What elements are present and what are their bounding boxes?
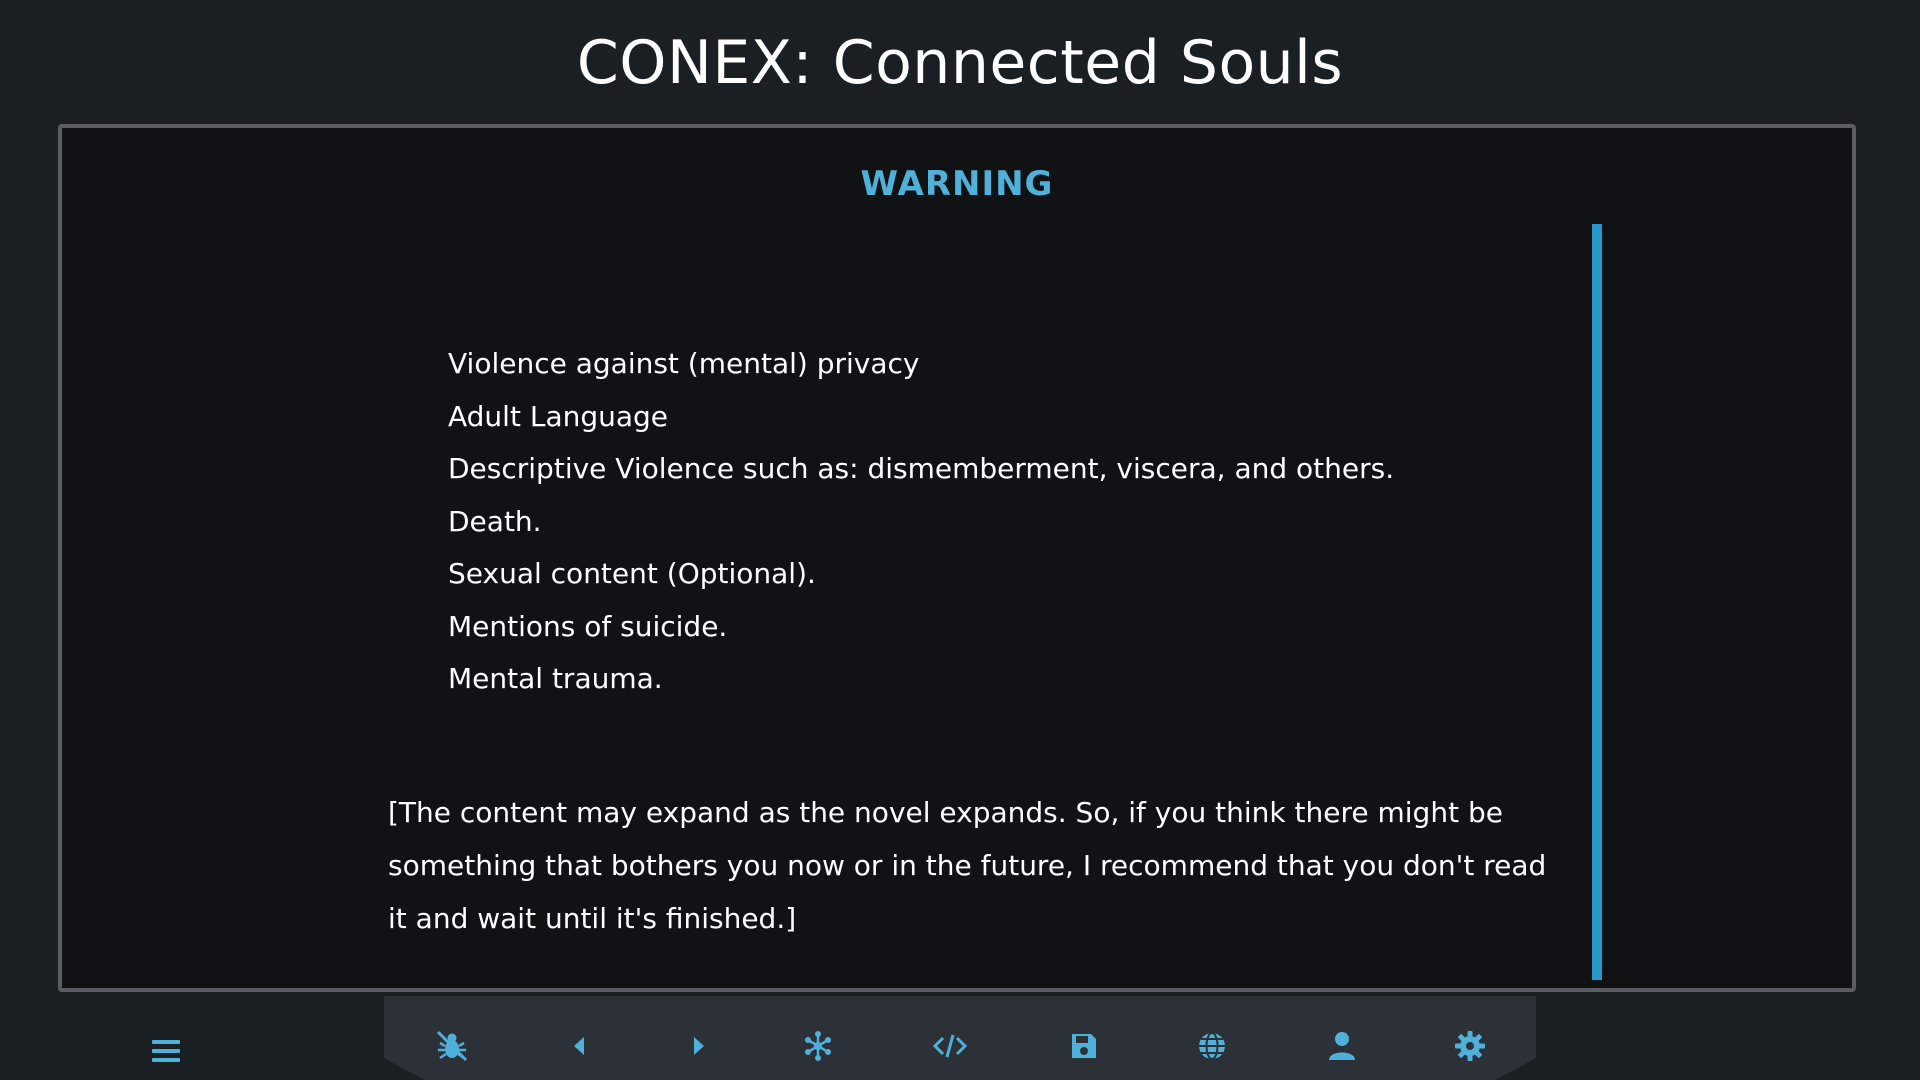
caret-left-icon <box>574 1037 584 1055</box>
warning-item: Violence against (mental) privacy <box>448 347 920 380</box>
back-button[interactable] <box>558 1024 602 1068</box>
warning-note: [The content may expand as the novel exp… <box>388 795 1547 935</box>
code-button[interactable] <box>928 1024 972 1068</box>
warning-content: Violence against (mental) privacy Adult … <box>388 338 1588 945</box>
warning-heading: WARNING <box>860 164 1054 204</box>
save-icon <box>1072 1034 1096 1058</box>
caret-right-icon <box>694 1037 704 1055</box>
bug-icon <box>436 1030 468 1062</box>
user-icon <box>1329 1032 1355 1060</box>
warning-item: Mentions of suicide. <box>448 609 728 643</box>
warning-item: Descriptive Violence such as: dismemberm… <box>448 452 1395 485</box>
profile-button[interactable] <box>1320 1024 1364 1068</box>
app-title: CONEX: Connected Souls <box>576 28 1344 98</box>
save-button[interactable] <box>1062 1024 1106 1068</box>
scrollbar[interactable] <box>1592 224 1604 980</box>
warning-item: Sexual content (Optional). <box>448 557 816 590</box>
network-button[interactable] <box>796 1024 840 1068</box>
quick-menu-toolbar <box>384 996 1536 1080</box>
scrollbar-thumb[interactable] <box>1592 224 1602 980</box>
menu-icon <box>152 1040 180 1062</box>
game-screen: CONEX: Connected Souls WARNING Violence … <box>0 0 1920 1080</box>
warning-list: Violence against (mental) privacy Adult … <box>388 338 1588 706</box>
network-icon <box>805 1031 831 1061</box>
warning-item: Adult Language <box>448 399 669 433</box>
code-icon <box>932 1034 968 1058</box>
gear-icon <box>1455 1031 1485 1061</box>
warning-item: Death. <box>448 504 542 538</box>
forward-button[interactable] <box>676 1024 720 1068</box>
language-button[interactable] <box>1190 1024 1234 1068</box>
warning-panel: WARNING Violence against (mental) privac… <box>58 124 1856 992</box>
menu-button[interactable] <box>150 1036 186 1066</box>
settings-button[interactable] <box>1448 1024 1492 1068</box>
debug-button[interactable] <box>430 1024 474 1068</box>
globe-icon <box>1199 1032 1225 1060</box>
warning-item: Mental trauma. <box>448 662 663 695</box>
